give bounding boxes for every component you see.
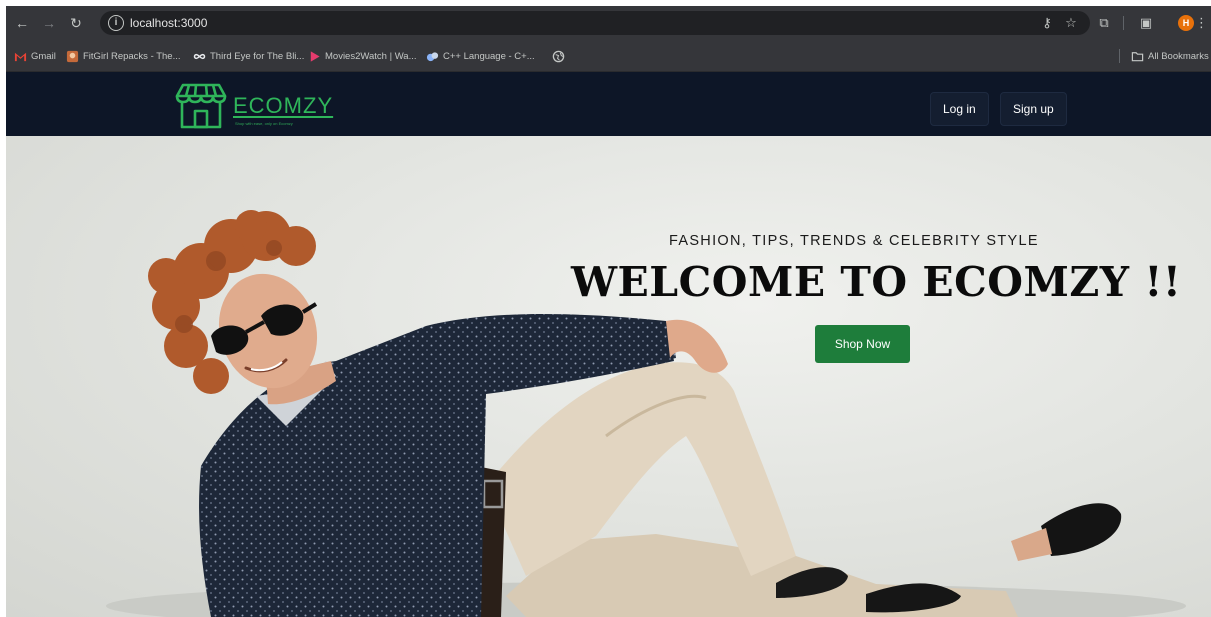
bookmark-movies2watch[interactable]: Movies2Watch | Wa... bbox=[308, 48, 417, 64]
hero-title: WELCOME TO ECOMZY !! bbox=[571, 258, 1182, 306]
shop-now-button[interactable]: Shop Now bbox=[815, 325, 910, 363]
side-panel-icon[interactable]: ▣ bbox=[1137, 14, 1155, 32]
bookmark-label: Third Eye for The Bli... bbox=[210, 50, 305, 62]
site-navbar: ECOMZY Shop with ease, only on Ecomzy Lo… bbox=[6, 72, 1211, 136]
logo-wordmark: ECOMZY bbox=[233, 93, 334, 118]
globe-icon bbox=[552, 50, 565, 62]
password-key-icon[interactable]: ⚷ bbox=[1038, 14, 1056, 32]
address-bar[interactable]: i localhost:3000 ⚷ ☆ bbox=[100, 11, 1090, 35]
fitgirl-icon bbox=[66, 50, 79, 62]
site-info-icon[interactable]: i bbox=[108, 15, 124, 31]
url-text[interactable]: localhost:3000 bbox=[130, 15, 207, 31]
bookmark-label: FitGirl Repacks - The... bbox=[83, 50, 181, 62]
bookmark-gmail[interactable]: Gmail bbox=[14, 48, 56, 64]
browser-toolbar: ← → ↻ i localhost:3000 ⚷ ☆ ⧉ ▣ H ⋮ bbox=[6, 6, 1211, 40]
toolbar-divider bbox=[1123, 16, 1124, 30]
menu-kebab-icon[interactable]: ⋮ bbox=[1195, 14, 1208, 32]
bookmarks-bar: Gmail FitGirl Repacks - The... Third Eye… bbox=[6, 40, 1211, 72]
extensions-icon[interactable]: ⧉ bbox=[1095, 14, 1113, 32]
login-button[interactable]: Log in bbox=[930, 92, 989, 126]
bookmark-fitgirl[interactable]: FitGirl Repacks - The... bbox=[66, 48, 181, 64]
bookmark-globe[interactable] bbox=[552, 48, 565, 64]
bookmark-label: C++ Language - C+... bbox=[443, 50, 535, 62]
cplusplus-icon bbox=[426, 51, 439, 61]
bookmark-label: Gmail bbox=[31, 50, 56, 62]
all-bookmarks-button[interactable]: All Bookmarks bbox=[1131, 48, 1209, 64]
logo-tagline: Shop with ease, only on Ecomzy bbox=[235, 121, 293, 126]
bookmark-third-eye[interactable]: Third Eye for The Bli... bbox=[193, 48, 304, 64]
infinity-icon bbox=[193, 53, 206, 59]
gmail-icon bbox=[14, 52, 27, 61]
bookmark-star-icon[interactable]: ☆ bbox=[1062, 14, 1080, 32]
bookmark-cplusplus[interactable]: C++ Language - C+... bbox=[426, 48, 535, 64]
hero-subtitle: FASHION, TIPS, TRENDS & CELEBRITY STYLE bbox=[669, 233, 1039, 249]
back-icon[interactable]: ← bbox=[12, 13, 32, 33]
folder-icon bbox=[1131, 51, 1144, 61]
profile-avatar[interactable]: H bbox=[1178, 15, 1194, 31]
all-bookmarks-label: All Bookmarks bbox=[1148, 50, 1209, 62]
forward-icon[interactable]: → bbox=[39, 13, 59, 33]
hero-banner: FASHION, TIPS, TRENDS & CELEBRITY STYLE … bbox=[6, 136, 1211, 617]
ecomzy-logo[interactable]: ECOMZY Shop with ease, only on Ecomzy bbox=[173, 79, 332, 131]
bookmarks-divider bbox=[1119, 49, 1120, 63]
hero-model-image bbox=[106, 210, 1186, 617]
storefront-icon bbox=[175, 83, 227, 129]
bookmark-label: Movies2Watch | Wa... bbox=[325, 50, 417, 62]
reload-icon[interactable]: ↻ bbox=[66, 13, 86, 33]
browser-window: ← → ↻ i localhost:3000 ⚷ ☆ ⧉ ▣ H ⋮ Gmail… bbox=[6, 6, 1211, 617]
play-icon bbox=[310, 50, 320, 62]
signup-button[interactable]: Sign up bbox=[1000, 92, 1067, 126]
